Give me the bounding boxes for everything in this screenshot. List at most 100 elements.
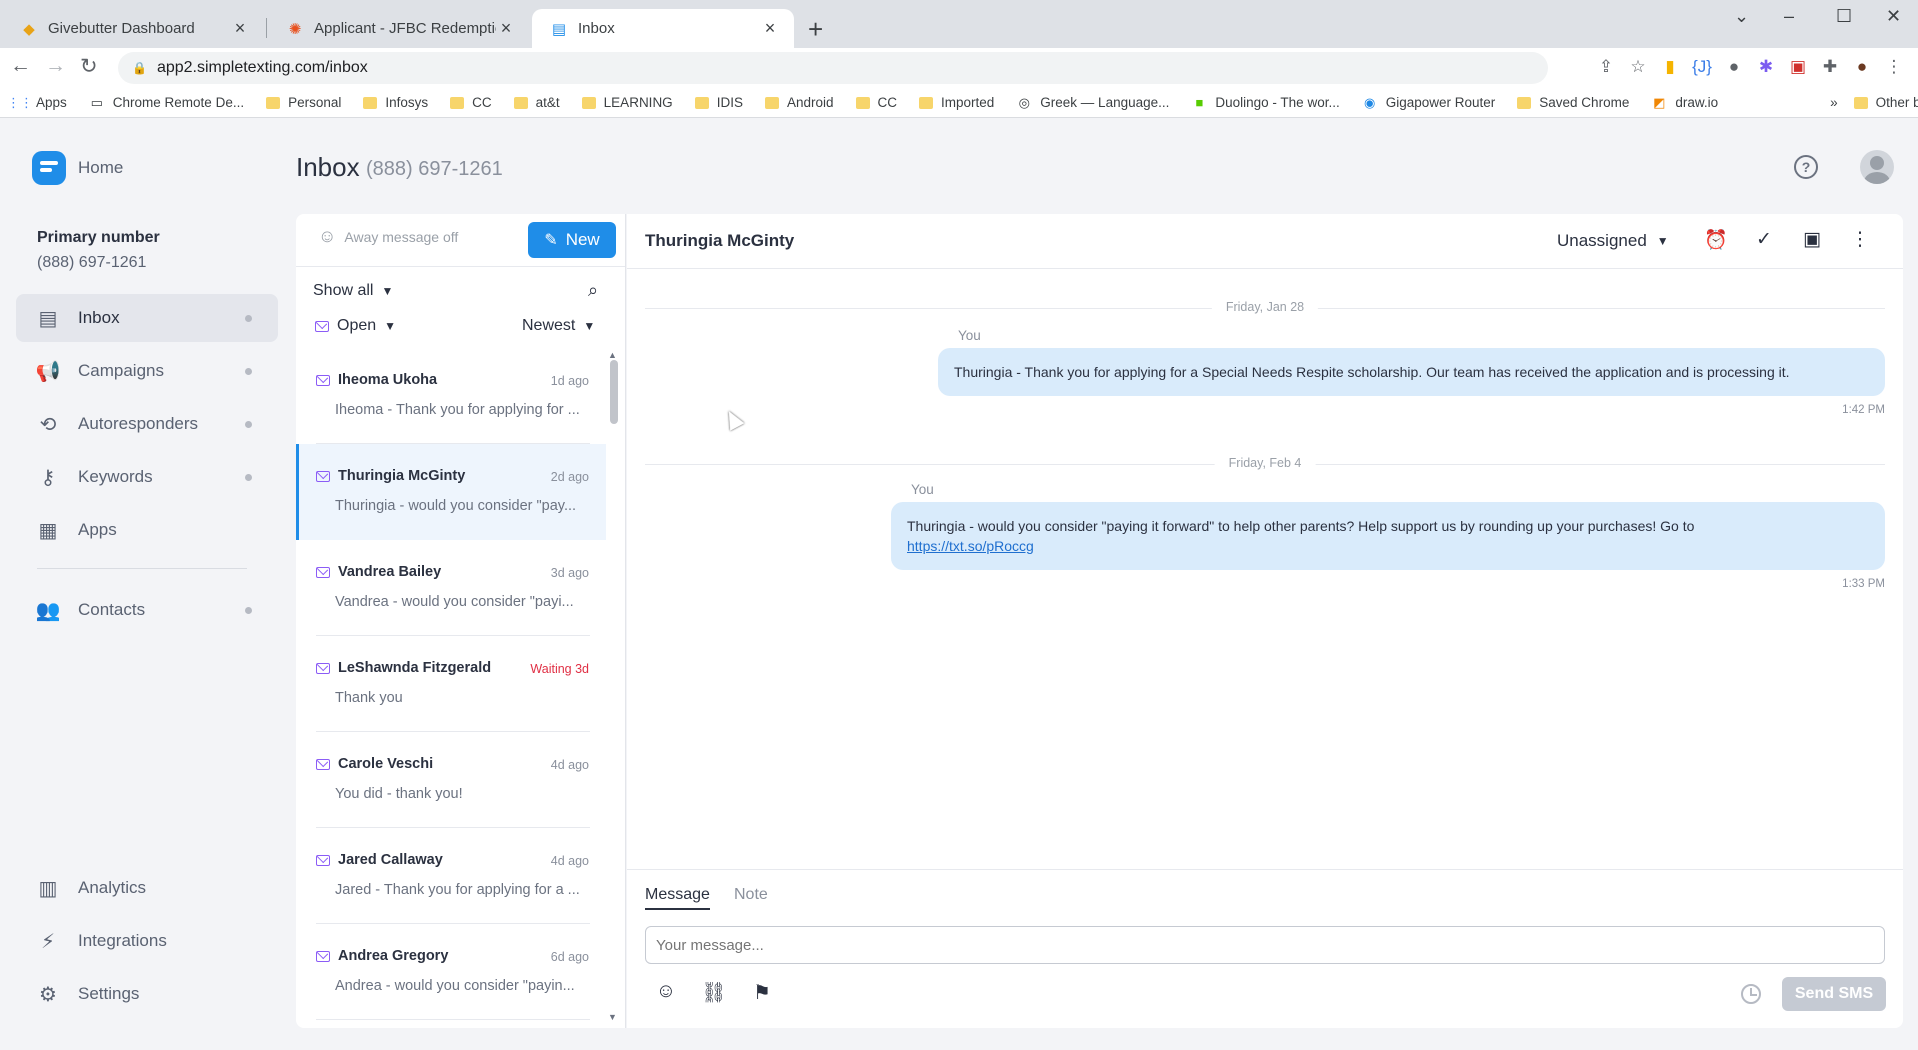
kebab-menu-icon[interactable]: ⋮ [1878,57,1910,77]
sidebar-item-analytics[interactable]: ▥ Analytics [16,864,278,912]
extension-icon[interactable]: {J} [1686,57,1718,77]
bookmark-star-icon[interactable]: ☆ [1622,57,1654,77]
away-message-label: Away message off [344,228,459,245]
sidebar-item-label: Integrations [78,931,167,950]
scroll-down-icon[interactable]: ▼ [608,1012,617,1022]
conversation-item[interactable]: Carole Veschi 4d ago You did - thank you… [296,732,606,828]
bookmark-item[interactable]: ■ Duolingo - The wor... [1191,95,1339,111]
sort-dropdown[interactable]: Newest ▼ [522,317,595,335]
bookmark-folder[interactable]: IDIS [694,95,743,110]
snooze-icon[interactable]: ⏰ [1703,228,1729,254]
bookmark-folder[interactable]: Personal [266,95,341,110]
profile-avatar-icon[interactable]: ● [1846,57,1878,77]
close-icon[interactable]: × [760,18,780,39]
conversation-time: 3d ago [550,566,589,580]
composer-divider [627,869,1903,870]
search-icon[interactable]: ⌕ [588,280,598,301]
conversation-item[interactable]: Andrea Gregory 6d ago Andrea - would you… [296,924,606,1020]
emoji-icon[interactable]: ☺ [653,980,679,1006]
browser-tab-givebutter[interactable]: ◆ Givebutter Dashboard × [2,9,264,48]
bookmarks-overflow[interactable]: » [1830,95,1838,110]
conversation-item[interactable]: Jared Callaway 4d ago Jared - Thank you … [296,828,606,924]
reload-icon[interactable]: ↻ [80,54,98,79]
bookmark-item[interactable]: ▭ Chrome Remote De... [89,95,244,111]
scrollbar[interactable] [608,348,620,1024]
open-inbox-icon [316,566,330,578]
sidebar-item-integrations[interactable]: ⚡ Integrations [16,917,278,965]
scrollbar-thumb[interactable] [610,360,618,424]
send-sms-button[interactable]: Send SMS [1782,977,1886,1011]
extension-icon[interactable]: ▣ [1782,57,1814,77]
sidebar-item-inbox[interactable]: ▤ Inbox [16,294,278,342]
bookmark-folder[interactable]: LEARNING [581,95,673,110]
close-icon[interactable]: × [230,18,250,39]
share-icon[interactable]: ⇪ [1590,57,1622,77]
bookmark-folder[interactable]: Android [764,95,834,110]
conversation-item[interactable]: Iheoma Ukoha 1d ago Iheoma - Thank you f… [296,348,606,444]
bookmark-label: Apps [36,95,67,110]
tab-note[interactable]: Note [734,886,768,904]
simpletexting-app: Home Primary number (888) 697-1261 ▤ Inb… [0,118,1918,1050]
checkmark-icon[interactable]: ✓ [1751,228,1777,254]
primary-number: (888) 697-1261 [37,254,147,271]
bookmark-template-icon[interactable]: ⚑ [749,980,775,1006]
user-avatar[interactable] [1860,150,1894,184]
tab-search-chevron-icon[interactable]: ⌄ [1734,6,1749,27]
message-link[interactable]: https://txt.so/pRoccg [907,538,1034,554]
sidebar-item-settings[interactable]: ⚙ Settings [16,970,278,1018]
bookmark-item[interactable]: ◎ Greek — Language... [1016,95,1170,111]
browser-tab-applicant[interactable]: ✺ Applicant - JFBC Redemption to × [268,9,530,48]
bookmark-folder[interactable]: Saved Chrome [1517,95,1629,110]
bookmark-item[interactable]: ◉ Gigapower Router [1362,95,1495,111]
sidebar-item-campaigns[interactable]: 📢 Campaigns [16,347,278,395]
sidebar-item-apps[interactable]: ▦ Apps [16,506,278,554]
more-options-icon[interactable]: ⋮ [1847,228,1873,254]
status-filter-dropdown[interactable]: Open ▼ [315,317,396,335]
bookmark-apps[interactable]: ⋮⋮ Apps [7,95,67,111]
date-separator: Friday, Feb 4 [645,456,1885,470]
bookmark-folder[interactable]: CC [855,95,897,110]
forward-icon[interactable]: → [45,54,66,78]
help-icon[interactable]: ? [1794,155,1818,179]
back-icon[interactable]: ← [10,54,31,78]
maximize-icon[interactable]: ☐ [1836,6,1852,27]
sidebar-item-contacts[interactable]: 👥 Contacts [16,586,278,634]
conversation-item[interactable]: Vandrea Bailey 3d ago Vandrea - would yo… [296,540,606,636]
window-close-icon[interactable]: ✕ [1886,6,1901,27]
schedule-clock-icon[interactable] [1741,984,1761,1004]
conversation-contact-name[interactable]: Thuringia McGinty [645,231,794,251]
extension-icon[interactable]: ▮ [1654,57,1686,77]
contact-card-icon[interactable]: ▣ [1799,228,1825,254]
minimize-icon[interactable]: – [1784,6,1794,27]
simpletexting-logo-icon[interactable] [32,151,66,185]
bookmark-folder[interactable]: Infosys [363,95,428,110]
conversation-item-selected[interactable]: Thuringia McGinty 2d ago Thuringia - wou… [296,444,606,540]
browser-tab-inbox[interactable]: ▤ Inbox × [532,9,794,48]
home-link[interactable]: Home [78,158,123,178]
new-tab-icon[interactable]: + [808,14,823,45]
conversation-item[interactable]: LeShawnda Fitzgerald Waiting 3d Thank yo… [296,636,606,732]
bookmark-folder[interactable]: Imported [919,95,994,110]
bookmarks-bar: ⋮⋮ Apps ▭ Chrome Remote De... Personal Inf… [0,88,1918,118]
message-input[interactable] [645,926,1885,964]
new-message-button[interactable]: ✎ New [528,222,616,258]
sidebar-item-keywords[interactable]: ⚷ Keywords [16,453,278,501]
sidebar-item-autoresponders[interactable]: ⟲ Autoresponders [16,400,278,448]
scroll-up-icon[interactable]: ▲ [608,350,617,360]
assignee-dropdown[interactable]: Unassigned ▼ [1557,231,1669,251]
away-message-toggle[interactable]: ☺ Away message off [318,226,458,247]
puzzle-icon[interactable]: ✚ [1814,57,1846,77]
new-button-label: New [565,230,600,249]
address-bar[interactable]: 🔒 app2.simpletexting.com/inbox [118,52,1548,84]
other-bookmarks[interactable]: Other bookmarks [1853,95,1918,110]
extension-icon[interactable]: ✱ [1750,57,1782,77]
bookmark-folder[interactable]: CC [450,95,492,110]
bookmark-item[interactable]: ◩ draw.io [1651,95,1718,111]
close-icon[interactable]: × [496,18,516,39]
link-icon[interactable]: ⛓ [701,980,727,1006]
show-filter-dropdown[interactable]: Show all ▼ [313,282,393,300]
message-time: 1:42 PM [1842,404,1885,416]
extension-icon[interactable]: ● [1718,57,1750,77]
tab-message[interactable]: Message [645,886,710,910]
bookmark-folder[interactable]: at&t [513,95,560,110]
